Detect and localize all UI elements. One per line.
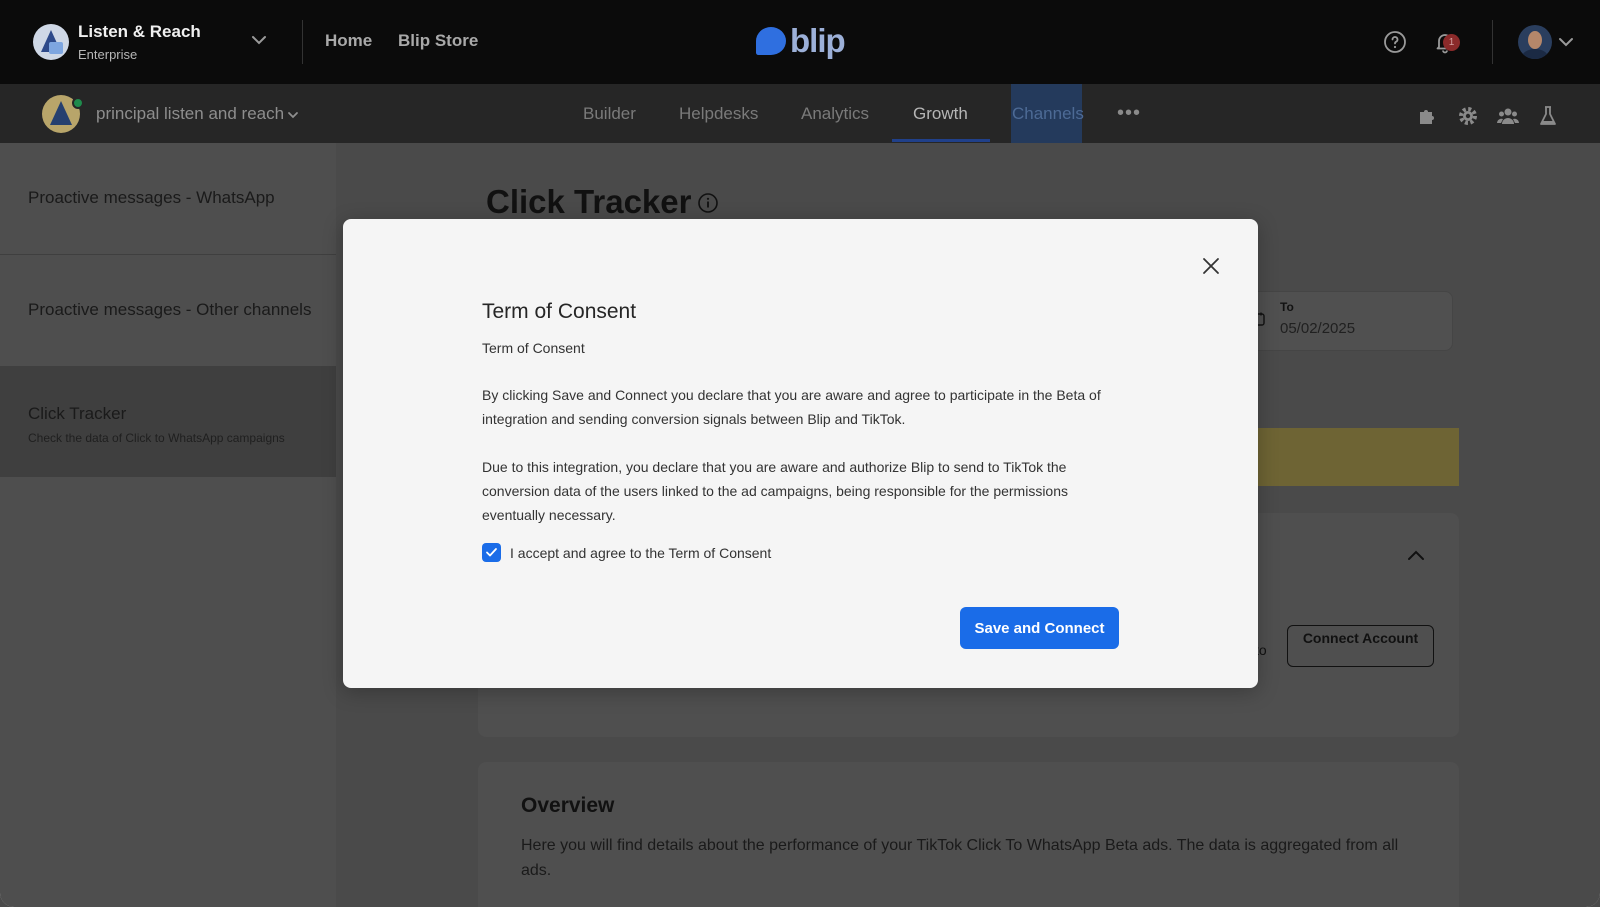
tab-channels[interactable]: Channels	[1012, 104, 1084, 124]
sidebar-item-label: Proactive messages - WhatsApp	[28, 188, 275, 207]
sidebar-item-label: Proactive messages - Other channels	[28, 300, 312, 319]
info-icon[interactable]	[697, 192, 719, 214]
date-to-value: 05/02/2025	[1280, 320, 1356, 337]
chevron-up-icon[interactable]	[1405, 545, 1427, 567]
consent-checkbox-label[interactable]: I accept and agree to the Term of Consen…	[510, 545, 771, 561]
org-switcher-chevron-icon[interactable]	[249, 30, 269, 50]
tab-builder[interactable]: Builder	[583, 104, 636, 124]
nav-blip-store-link[interactable]: Blip Store	[398, 31, 478, 51]
left-sidebar: Proactive messages - WhatsApp Proactive …	[0, 143, 336, 907]
flask-icon[interactable]	[1536, 104, 1560, 128]
tab-helpdesks[interactable]: Helpdesks	[679, 104, 758, 124]
user-menu-chevron-icon[interactable]	[1557, 33, 1575, 51]
bot-logo-shape	[50, 101, 72, 125]
sidebar-item-whatsapp[interactable]: Proactive messages - WhatsApp	[0, 143, 336, 255]
app-window: Listen & Reach Enterprise Home Blip Stor…	[0, 0, 1600, 907]
topbar-divider	[302, 20, 303, 64]
bot-switcher-chevron-icon[interactable]	[286, 108, 300, 122]
app-root: Listen & Reach Enterprise Home Blip Stor…	[0, 0, 1600, 907]
org-plan: Enterprise	[78, 47, 138, 62]
gear-icon[interactable]	[1456, 104, 1480, 128]
topbar-divider-2	[1492, 20, 1493, 64]
overview-title: Overview	[521, 794, 615, 817]
notification-badge: 1	[1443, 34, 1460, 51]
blip-logo-text: blip	[790, 22, 846, 59]
org-logo-shape-2	[49, 42, 63, 54]
overview-description: Here you will find details about the per…	[521, 837, 1399, 879]
sidebar-item-click-tracker[interactable]: Click Tracker Check the data of Click to…	[0, 367, 336, 477]
save-and-connect-button[interactable]: Save and Connect	[960, 607, 1119, 649]
more-tabs-icon[interactable]: •••	[1117, 102, 1141, 125]
org-name[interactable]: Listen & Reach	[78, 22, 201, 42]
user-avatar[interactable]	[1518, 25, 1552, 59]
modal-paragraph-1: By clicking Save and Connect you declare…	[482, 387, 1101, 427]
user-avatar-face	[1528, 31, 1542, 49]
puzzle-icon[interactable]	[1416, 104, 1440, 128]
date-to-label: To	[1280, 300, 1294, 314]
bot-name[interactable]: principal listen and reach	[96, 104, 284, 124]
tab-growth[interactable]: Growth	[913, 104, 968, 124]
org-avatar[interactable]	[33, 24, 69, 60]
sidebar-item-label: Click Tracker	[28, 404, 127, 423]
modal-title: Term of Consent	[482, 300, 637, 323]
blip-logo-bubble-icon	[756, 27, 786, 55]
modal-subtitle: Term of Consent	[482, 340, 585, 356]
sidebar-item-other-channels[interactable]: Proactive messages - Other channels	[0, 255, 336, 367]
consent-checkbox[interactable]	[482, 543, 501, 562]
check-icon	[486, 548, 497, 557]
active-tab-indicator	[892, 139, 990, 142]
user-avatar-body	[1522, 49, 1548, 59]
help-icon[interactable]	[1383, 30, 1407, 54]
modal-paragraph-2: Due to this integration, you declare tha…	[482, 459, 1069, 523]
bot-online-indicator	[72, 97, 84, 109]
close-icon[interactable]	[1199, 254, 1223, 278]
team-icon[interactable]	[1496, 104, 1520, 128]
tab-analytics[interactable]: Analytics	[801, 104, 869, 124]
connect-account-button[interactable]: Connect Account	[1287, 625, 1434, 667]
sidebar-item-description: Check the data of Click to WhatsApp camp…	[28, 431, 285, 445]
nav-home-link[interactable]: Home	[325, 31, 372, 51]
consent-modal	[343, 219, 1258, 688]
page-title: Click Tracker	[486, 183, 692, 220]
